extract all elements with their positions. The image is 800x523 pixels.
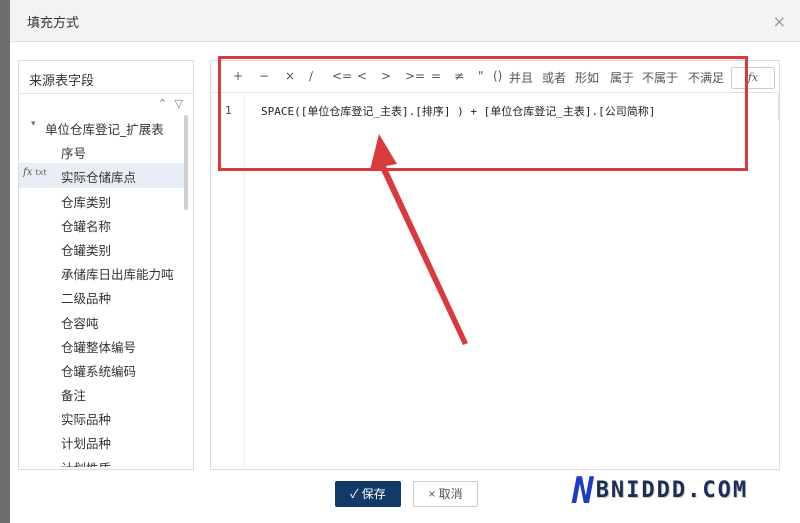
tree-item-label: 计划品种 (61, 436, 112, 452)
tree-item-label: 仓罐名称 (61, 218, 112, 234)
operator-button[interactable]: + (233, 69, 243, 83)
formula-editor-panel: fx + − × ∕ <= < > >= = ≠ " () 并且 或者 形如 属于 不属于 不满足 1 (210, 60, 780, 470)
dialog-header: 填充方式 × (10, 0, 800, 42)
tree-item[interactable]: 仓罐名称 (19, 212, 187, 236)
panel-title: 来源表字段 (29, 74, 95, 89)
tree-item[interactable]: fx txt 实际仓储库点 (19, 163, 187, 188)
operator-button[interactable]: () (493, 69, 502, 83)
field-tree: ▾ 单位仓库登记_扩展表序号 fx txt 实际仓储库点 仓库类别仓罐名称仓罐类别承储库… (19, 115, 187, 467)
editor-edge (778, 94, 779, 120)
tree-item-label: 二级品种 (61, 291, 112, 307)
tree-item[interactable]: 计划性质 (19, 454, 187, 467)
tree-item-label: 仓罐系统编码 (61, 363, 137, 379)
tree-item-label: 实际品种 (61, 412, 112, 428)
page-backdrop (0, 0, 10, 523)
operator-button[interactable]: " (478, 69, 484, 83)
close-icon[interactable]: × (773, 12, 786, 31)
operator-button[interactable]: > (381, 69, 391, 83)
source-field-panel: 来源表字段 ⌃ ▽ ▾ 单位仓库登记_扩展表序号 fx txt 实际仓储库点 仓库类别仓… (18, 60, 194, 470)
tree-item-label: 实际仓储库点 (61, 170, 137, 186)
tree-item-label: 序号 (61, 146, 87, 162)
tree-item[interactable]: 仓罐整体编号 (19, 333, 187, 357)
tree-item-label: 仓容吨 (61, 315, 99, 331)
operator-button[interactable]: < (357, 69, 367, 83)
operator-button[interactable]: 形如 (575, 69, 599, 86)
tree-scrollbar[interactable] (184, 115, 188, 210)
filter-icon[interactable]: ▽ (175, 97, 183, 110)
operator-button[interactable]: × (285, 69, 295, 83)
formula-code[interactable]: SPACE([单位仓库登记_主表].[排序] ) + [单位仓库登记_主表].[… (261, 103, 655, 119)
site-watermark: NBNIDDD.COM (572, 471, 748, 512)
dialog-title: 填充方式 (27, 16, 80, 31)
tree-item[interactable]: 备注 (19, 381, 187, 405)
save-button[interactable]: ✓ 保存 (335, 481, 401, 507)
operator-button[interactable]: = (431, 69, 441, 83)
function-button[interactable]: fx (731, 67, 775, 89)
tree-item[interactable]: 承储库日出库能力吨 (19, 260, 187, 284)
operator-button[interactable]: 不满足 (688, 69, 724, 86)
operator-toolbar: fx + − × ∕ <= < > >= = ≠ " () 并且 或者 形如 属于 不属于 不满足 (211, 61, 779, 93)
tree-item-label: 仓库类别 (61, 194, 112, 210)
operator-button[interactable]: ≠ (454, 69, 464, 83)
cancel-button[interactable]: × 取消 (413, 481, 478, 507)
operator-button[interactable]: 或者 (542, 69, 566, 86)
tree-item[interactable]: 实际品种 (19, 405, 187, 429)
panel-divider (19, 93, 193, 94)
tree-item[interactable]: 仓罐类别 (19, 236, 187, 260)
tree-item[interactable]: 仓库类别 (19, 188, 187, 212)
operator-button[interactable]: <= (332, 69, 352, 83)
tree-item[interactable]: 仓容吨 (19, 309, 187, 333)
tree-item-label: 计划性质 (61, 458, 111, 467)
tree-item-label: 仓罐整体编号 (61, 339, 137, 355)
tree-item[interactable]: 计划品种 (19, 429, 187, 453)
operator-button[interactable]: 并且 (509, 69, 533, 86)
watermark-n: N (572, 471, 596, 512)
tree-item-label: 承储库日出库能力吨 (61, 267, 174, 283)
line-number: 1 (225, 104, 232, 117)
operator-button[interactable]: ∕ (309, 69, 313, 83)
tree-item-label: 单位仓库登记_扩展表 (45, 122, 164, 137)
tree-group[interactable]: ▾ 单位仓库登记_扩展表 (19, 115, 187, 139)
panel-tools: ⌃ ▽ (154, 97, 183, 110)
operator-button[interactable]: 不属于 (642, 69, 678, 86)
operator-button[interactable]: 属于 (610, 69, 634, 86)
tree-item[interactable]: 序号 (19, 139, 187, 163)
line-gutter: 1 (211, 94, 245, 469)
formula-icon: fx txt (23, 167, 47, 179)
double-chevron-up-icon[interactable]: ⌃ (158, 97, 167, 110)
tree-item-label: 备注 (61, 388, 87, 404)
tree-item-label: 仓罐类别 (61, 242, 112, 258)
tree-item[interactable]: 二级品种 (19, 284, 187, 308)
watermark-text: BNIDDD.COM (595, 478, 749, 503)
operator-button[interactable]: − (259, 69, 269, 83)
operator-button[interactable]: >= (405, 69, 425, 83)
tree-item[interactable]: 仓罐系统编码 (19, 357, 187, 381)
caret-down-icon[interactable]: ▾ (31, 119, 36, 129)
